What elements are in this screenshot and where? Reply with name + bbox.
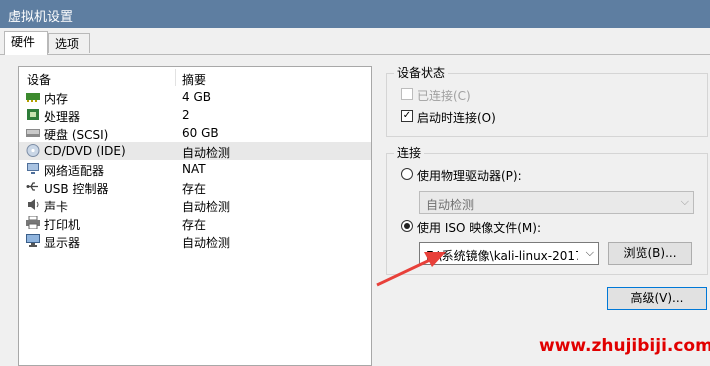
annotation-arrow-icon <box>376 252 446 287</box>
watermark: www.zhujibiji.com <box>539 336 710 356</box>
tab-hardware[interactable]: 硬件 <box>4 31 48 55</box>
